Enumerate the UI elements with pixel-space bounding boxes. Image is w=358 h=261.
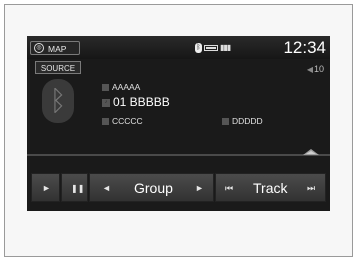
map-icon: ◎ (34, 43, 44, 53)
music-note-icon: ♪ (102, 98, 110, 107)
prev-track-button[interactable]: ⏮ (225, 174, 233, 203)
next-group-button[interactable]: ► (195, 174, 204, 203)
next-track-button[interactable]: ⏭ (307, 174, 315, 203)
group-control: ◄ Group ► (89, 173, 214, 202)
map-button[interactable]: ◎ MAP (30, 41, 80, 55)
artist-row: AAAAA (102, 82, 140, 92)
genre-row: DDDDD (222, 116, 263, 126)
volume-indicator: ◀10 (307, 64, 324, 74)
genre-text: DDDDD (232, 116, 263, 126)
control-bar: ► ❚❚ ◄ Group ► ⏮ Track ⏭ (31, 173, 326, 202)
play-button[interactable]: ► (31, 173, 60, 202)
map-label: MAP (48, 44, 67, 54)
clock: 12:34 (283, 38, 326, 57)
volume-value: 10 (313, 64, 324, 74)
signal-icon: ▮▮▮ (220, 43, 231, 52)
track-row: ♪ 01 BBBBB (102, 95, 170, 109)
group-label: Group (134, 180, 173, 196)
bluetooth-status-icon: ᛒ (195, 43, 202, 53)
genre-icon (222, 118, 229, 126)
play-icon: ► (42, 183, 51, 193)
battery-icon (204, 45, 218, 51)
progress-divider (27, 154, 330, 156)
album-row: CCCCC (102, 116, 143, 126)
pause-button[interactable]: ❚❚ (61, 173, 88, 202)
seek-handle[interactable] (303, 149, 319, 155)
source-button[interactable]: SOURCE (35, 61, 81, 74)
prev-group-button[interactable]: ◄ (102, 174, 111, 203)
audio-screen: ◎ MAP ᛒ ▮▮▮ 12:34 SOURCE ◀10 ᛒ AAAAA ♪ 01… (27, 36, 330, 211)
album-text: CCCCC (112, 116, 143, 126)
track-label: Track (253, 180, 288, 196)
pause-icon: ❚❚ (71, 184, 85, 193)
album-icon (102, 118, 109, 126)
artist-icon (102, 84, 109, 92)
status-bar: ◎ MAP ᛒ ▮▮▮ 12:34 (27, 36, 330, 59)
speaker-icon: ◀ (306, 65, 313, 74)
bluetooth-icon: ᛒ (42, 79, 74, 123)
artist-text: AAAAA (112, 82, 141, 92)
track-text: 01 BBBBB (113, 95, 170, 109)
status-icons: ᛒ ▮▮▮ (195, 43, 235, 53)
track-control: ⏮ Track ⏭ (215, 173, 326, 202)
